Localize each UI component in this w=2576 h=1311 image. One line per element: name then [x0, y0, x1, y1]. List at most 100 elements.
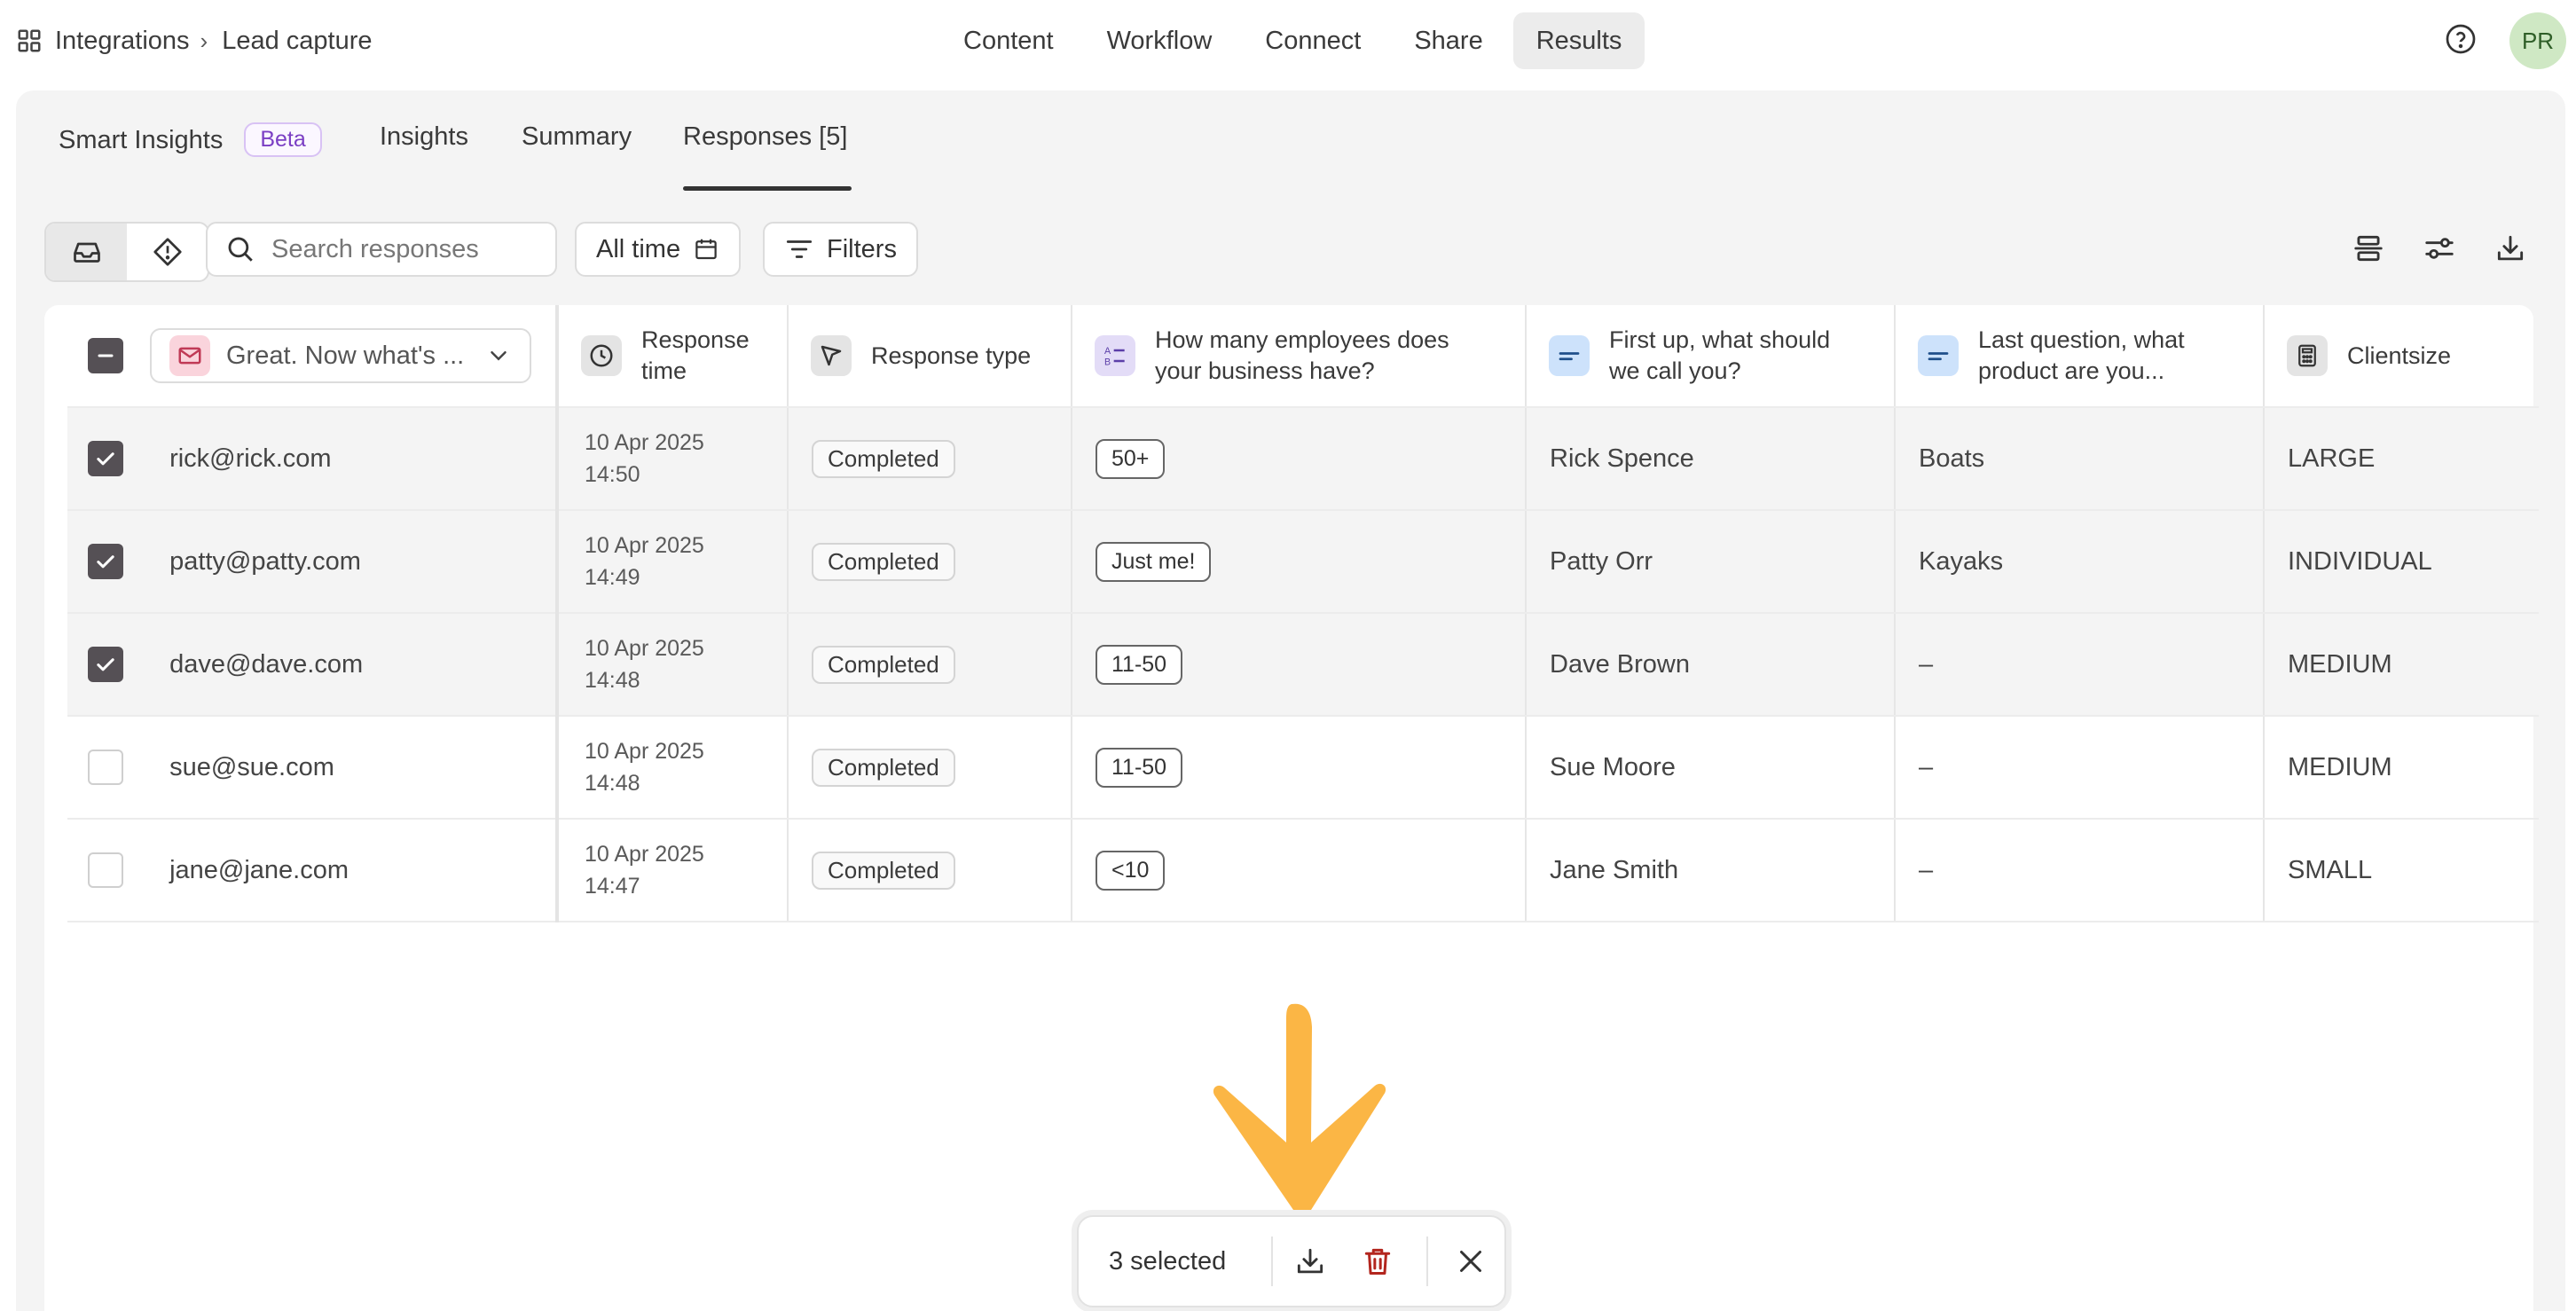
tab-insights[interactable]: Insights — [380, 122, 468, 152]
filters-label: Filters — [827, 234, 897, 263]
export-button[interactable] — [2486, 224, 2535, 273]
row-email-cell: rick@rick.com — [67, 407, 557, 511]
clear-selection-button[interactable] — [1437, 1227, 1504, 1296]
row-email-cell: dave@dave.com — [67, 613, 557, 717]
collapse-rows-icon — [2354, 235, 2383, 262]
table-row[interactable]: jane@jane.com 10 Apr 2025 14:47 Completed… — [67, 819, 2539, 922]
column-header-employees[interactable]: AB How many employees does your business … — [1071, 305, 1526, 408]
clock-icon — [581, 335, 622, 376]
tab-smart-insights[interactable]: Smart Insights Beta — [59, 122, 322, 157]
product-header-line1: Last question, what — [1978, 326, 2185, 353]
calculator-icon — [2287, 335, 2328, 376]
row-checkbox[interactable] — [88, 750, 123, 785]
row-date: 10 Apr 2025 — [585, 739, 704, 764]
nav-content[interactable]: Content — [940, 12, 1077, 69]
inbox-icon — [73, 242, 100, 263]
selected-count: 3 selected — [1109, 1246, 1227, 1276]
avatar[interactable]: PR — [2509, 12, 2566, 69]
row-type-cell: Completed — [787, 407, 1072, 511]
selection-action-bar: 3 selected — [1077, 1215, 1506, 1307]
question-select[interactable]: Great. Now what's ... — [150, 328, 531, 383]
row-density-button[interactable] — [2344, 224, 2393, 273]
tab-summary[interactable]: Summary — [522, 122, 632, 152]
nav-share[interactable]: Share — [1391, 12, 1505, 69]
row-email-cell: patty@patty.com — [67, 510, 557, 614]
row-clientsize-cell: LARGE — [2263, 407, 2539, 511]
tab-responses[interactable]: Responses [5] — [683, 122, 847, 152]
row-type-cell: Completed — [787, 613, 1072, 717]
breadcrumb: Integrations › Lead capture — [16, 20, 373, 62]
breadcrumb-root[interactable]: Integrations — [55, 27, 190, 56]
product-header-line2: product are you... — [1978, 357, 2165, 384]
nav-results[interactable]: Results — [1512, 12, 1645, 69]
all-responses-view-button[interactable] — [46, 224, 127, 280]
settings-sliders-icon — [2425, 238, 2454, 259]
clientsize-header: Clientsize — [2347, 341, 2452, 369]
delete-selected-button[interactable] — [1344, 1227, 1411, 1296]
row-product-cell: – — [1894, 716, 2264, 820]
row-email[interactable]: rick@rick.com — [169, 444, 331, 473]
date-filter-label: All time — [596, 234, 681, 263]
row-email[interactable]: jane@jane.com — [169, 856, 349, 884]
checkmark-icon — [97, 555, 114, 569]
row-date: 10 Apr 2025 — [585, 533, 704, 558]
question-select-label: Great. Now what's ... — [226, 341, 465, 370]
tab-smart-insights-label: Smart Insights — [59, 126, 224, 154]
column-header-response-type[interactable]: Response type — [787, 305, 1072, 408]
row-email-cell: jane@jane.com — [67, 819, 557, 922]
response-time-header-line2: time — [641, 357, 687, 384]
table-row[interactable]: patty@patty.com 10 Apr 2025 14:49 Complet… — [67, 510, 2539, 614]
table-row[interactable]: dave@dave.com 10 Apr 2025 14:48 Completed… — [67, 613, 2539, 717]
sub-tabs: Smart Insights Beta Insights Summary Resp… — [16, 90, 2565, 192]
row-name-cell: Sue Moore — [1525, 716, 1895, 820]
row-time: 14:48 — [585, 771, 640, 796]
grid-icon[interactable] — [16, 27, 43, 54]
search-input[interactable] — [270, 233, 539, 265]
column-header-product[interactable]: Last question, what product are you... — [1894, 305, 2264, 408]
status-badge: Completed — [812, 439, 955, 478]
help-icon[interactable] — [2445, 23, 2477, 55]
divider — [1425, 1236, 1428, 1286]
status-badge: Completed — [812, 542, 955, 581]
response-time-header-line1: Response — [641, 326, 750, 353]
svg-text:B: B — [1104, 357, 1111, 368]
table-row[interactable]: sue@sue.com 10 Apr 2025 14:48 Completed 1… — [67, 716, 2539, 820]
row-clientsize-cell: SMALL — [2263, 819, 2539, 922]
download-selected-button[interactable] — [1276, 1227, 1344, 1296]
column-header-clientsize[interactable]: Clientsize — [2263, 305, 2539, 408]
row-employees-cell: 50+ — [1071, 407, 1526, 511]
active-tab-indicator — [683, 186, 852, 191]
row-checkbox[interactable] — [88, 647, 123, 682]
row-product-cell: Kayaks — [1894, 510, 2264, 614]
row-date: 10 Apr 2025 — [585, 842, 704, 867]
filters-button[interactable]: Filters — [763, 222, 918, 277]
date-filter-button[interactable]: All time — [575, 222, 742, 277]
row-date: 10 Apr 2025 — [585, 430, 704, 455]
nav-connect[interactable]: Connect — [1242, 12, 1384, 69]
column-header-name[interactable]: First up, what should we call you? — [1525, 305, 1895, 408]
row-email[interactable]: patty@patty.com — [169, 547, 361, 576]
row-type-cell: Completed — [787, 819, 1072, 922]
nav-workflow[interactable]: Workflow — [1084, 12, 1236, 69]
download-icon — [1297, 1248, 1323, 1274]
name-header-line2: we call you? — [1609, 357, 1741, 384]
table-row[interactable]: rick@rick.com 10 Apr 2025 14:50 Completed… — [67, 407, 2539, 511]
partial-responses-view-button[interactable] — [127, 224, 208, 280]
row-time: 14:48 — [585, 668, 640, 693]
breadcrumb-current: Lead capture — [222, 26, 373, 55]
option-badge: 11-50 — [1096, 644, 1183, 685]
trash-icon — [1365, 1248, 1391, 1275]
option-badge: Just me! — [1096, 541, 1212, 582]
row-time: 14:47 — [585, 874, 640, 899]
row-checkbox[interactable] — [88, 441, 123, 476]
name-header-line1: First up, what should — [1609, 326, 1831, 353]
column-header-response-time[interactable]: Response time — [555, 305, 788, 408]
select-all-checkbox[interactable] — [88, 338, 123, 373]
row-checkbox[interactable] — [88, 544, 123, 579]
row-email[interactable]: sue@sue.com — [169, 753, 334, 781]
column-settings-button[interactable] — [2415, 224, 2464, 273]
row-checkbox[interactable] — [88, 852, 123, 888]
calendar-icon — [695, 239, 717, 260]
row-email[interactable]: dave@dave.com — [169, 650, 363, 679]
select-column-header: Great. Now what's ... — [67, 305, 557, 408]
